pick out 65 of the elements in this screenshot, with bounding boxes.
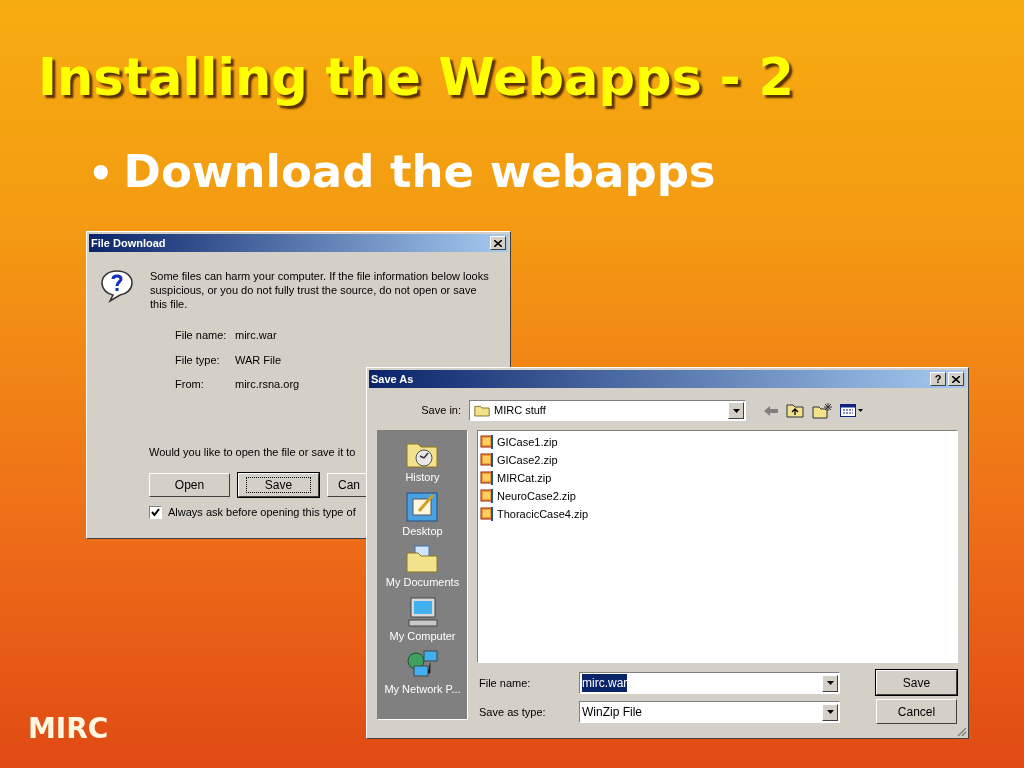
close-icon	[952, 375, 960, 383]
window-title: File Download	[91, 235, 166, 251]
file-name[interactable]: NeuroCase2.zip	[497, 487, 576, 505]
dropdown-arrow-button[interactable]	[822, 703, 838, 721]
caret-icon	[826, 681, 834, 685]
caret-icon	[826, 710, 834, 714]
places-item[interactable]: My Computer	[389, 595, 456, 644]
dialog-button[interactable]: Save	[238, 473, 319, 497]
resize-grip-icon[interactable]	[956, 726, 967, 737]
view-menu-icon[interactable]	[840, 404, 864, 417]
file-name[interactable]: GICase1.zip	[497, 433, 558, 451]
field-label: File type:	[175, 352, 221, 368]
field-value: WinZip File	[582, 704, 642, 721]
checkbox-label: Always ask before opening this type of	[168, 505, 356, 520]
desktop-icon	[405, 490, 440, 523]
places-item[interactable]: My Documents	[385, 544, 460, 591]
dialog-button[interactable]: Cancel	[876, 699, 957, 724]
computer-icon	[405, 595, 440, 628]
slide-footer: MIRC	[28, 708, 109, 750]
field-label: File name:	[175, 328, 228, 343]
field-value: mirc.war	[582, 674, 628, 692]
help-button[interactable]: ?	[930, 372, 946, 386]
file-type-dropdown[interactable]: WinZip File	[579, 701, 840, 723]
archive-file-icon	[480, 488, 495, 504]
slide-title: Installing the Webapps - 2	[38, 48, 795, 108]
places-item[interactable]: History	[405, 439, 440, 486]
archive-file-icon	[480, 434, 495, 450]
close-button[interactable]	[948, 372, 964, 386]
archive-file-icon	[480, 452, 495, 468]
back-arrow-icon[interactable]	[764, 405, 778, 416]
warning-message: Some files can harm your computer. If the file information below looks suspicious, or you do not fully trust the source, do not open or save this file.	[150, 269, 490, 311]
field-label: File name:	[478, 675, 532, 691]
folder-icon	[474, 404, 490, 417]
close-button[interactable]	[490, 236, 506, 250]
field-value: mirc.war	[235, 328, 277, 343]
places-item[interactable]: My Network P...	[384, 649, 461, 698]
archive-file-icon	[480, 470, 495, 486]
file-name[interactable]: ThoracicCase4.zip	[497, 505, 589, 523]
question-bubble-icon	[100, 269, 134, 303]
field-value: WAR File	[235, 352, 282, 368]
dropdown-arrow-button[interactable]	[728, 402, 744, 419]
dialog-button[interactable]: Open	[149, 473, 230, 497]
new-folder-icon[interactable]	[812, 402, 832, 419]
checkbox[interactable]	[149, 505, 162, 519]
places-item[interactable]: Desktop	[402, 490, 443, 539]
field-label: From:	[175, 377, 205, 392]
dialog-button[interactable]: Save	[876, 670, 957, 695]
field-value: mirc.rsna.org	[235, 377, 300, 392]
file-name-field[interactable]: mirc.war	[579, 672, 840, 694]
file-name[interactable]: MIRCat.zip	[497, 469, 552, 487]
field-label: Save as type:	[478, 704, 547, 720]
close-icon	[494, 239, 502, 247]
dropdown-arrow-button[interactable]	[822, 674, 838, 692]
file-name[interactable]: GICase2.zip	[497, 451, 558, 469]
save-in-label: Save in:	[420, 403, 462, 419]
window-title: Save As	[371, 371, 414, 387]
archive-file-icon	[480, 506, 495, 522]
dropdown-value: MIRC stuff	[494, 403, 546, 419]
bullet-text: Download the webapps	[123, 144, 716, 200]
bullet-mark: •	[88, 149, 114, 198]
question-text: Would you like to open the file or save it to	[149, 444, 356, 460]
caret-icon	[732, 408, 740, 413]
save-in-dropdown[interactable]: MIRC stuff	[469, 400, 746, 421]
documents-folder-icon	[405, 544, 440, 574]
up-folder-icon[interactable]	[786, 403, 804, 418]
